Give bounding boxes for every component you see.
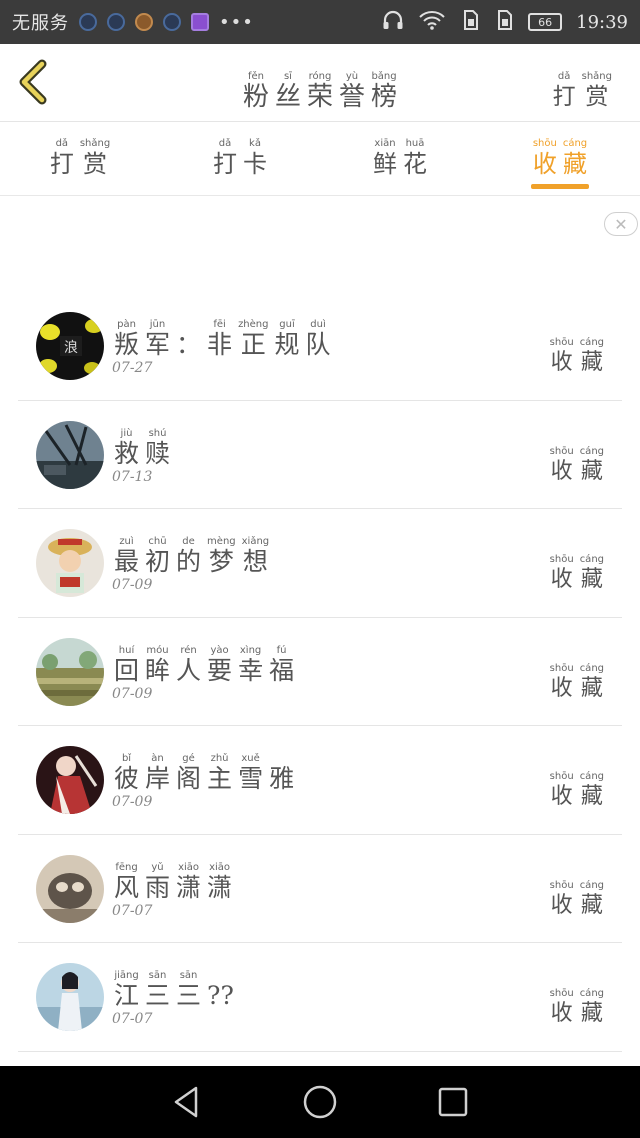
favorite-button[interactable]: shōu 收 cáng 藏 [550,764,604,812]
carrier-label: 无服务 [12,13,69,34]
favorite-button[interactable]: shōu 收 cáng 藏 [550,330,604,378]
triangle-back-icon [174,1086,197,1118]
more-icon: ••• [219,11,254,33]
tab-bar: dǎ 打 shǎng 赏 dǎ 打 kǎ 卡 xiān 鲜 huā 花 shōu 收 cáng… [0,122,640,196]
reward-button[interactable]: dǎ 打 shǎng 赏 [553,64,612,112]
nav-recents-button[interactable] [433,1082,473,1122]
list-item-date: 07-27 [112,360,153,376]
list-item-name: huí 回 móu 眸 rén 人 yào 要 xìng 幸 fú 福 [114,644,295,685]
list-item-date: 07-07 [112,1011,153,1027]
wifi-icon [418,10,446,35]
sim-icon [494,9,514,35]
list-item[interactable]: bǐ 彼 àn 岸 gé 阁 zhǔ 主 xuě 雪 雅 07-09 shōu 收 cáng… [18,726,622,835]
list-item-date: 07-13 [112,468,153,485]
avatar [36,746,104,814]
system-nav-bar [0,1066,640,1138]
favorite-button[interactable]: shōu 收 cáng 藏 [550,981,604,1029]
app-header: fěn 粉 sī 丝 róng 荣 yù 誉 bǎng 榜 dǎ 打 shǎng 赏 [0,44,640,122]
app-icon [163,13,181,31]
list-item[interactable]: huí 回 móu 眸 rén 人 yào 要 xìng 幸 fú 福 07-09 shōu… [18,618,622,726]
avatar: 浪 [36,312,104,380]
list-item-name: fēng 风 yǔ 雨 xiāo 潇 xiāo 潇 [114,861,233,902]
app-icon [79,13,97,31]
app-icon [107,13,125,31]
tab-favorites[interactable]: shōu 收 cáng 藏 [480,122,640,195]
page-title: fěn 粉 sī 丝 róng 荣 yù 誉 bǎng 榜 [0,64,640,112]
sim-icon [460,9,480,35]
favorite-button[interactable]: shōu 收 cáng 藏 [550,547,604,595]
list-item-date: 07-09 [112,685,153,702]
image-icon [191,13,209,31]
avatar [36,637,104,706]
list-item-date: 07-09 [112,577,153,593]
food-icon [135,13,153,31]
square-recents-icon [439,1087,468,1117]
fan-list: 浪 pàn 叛 jūn 军 ： fēi 非 zhèng 正 guī 规 duì 队 07-2… [18,292,622,1052]
list-item[interactable]: jiù 救 shú 赎 07-13 shōu 收 cáng 藏 [18,401,622,509]
list-item[interactable]: zuì 最 chū 初 de 的 mèng 梦 xiǎng 想 07-09 shōu 收 c… [18,509,622,618]
status-bar: 无服务 ••• 66 19:39 [0,0,640,44]
favorite-button[interactable]: shōu 收 cáng 藏 [550,656,604,704]
list-item-name: pàn 叛 jūn 军 ： fēi 非 zhèng 正 guī 规 duì 队 [114,319,331,359]
headphones-icon [382,10,404,35]
favorite-button[interactable]: shōu 收 cáng 藏 [550,439,604,487]
tab-flowers[interactable]: xiān 鲜 huā 花 [320,122,480,195]
list-item-name: bǐ 彼 àn 岸 gé 阁 zhǔ 主 xuě 雪 雅 [114,753,295,793]
battery-icon: 66 [528,13,563,31]
nav-home-button[interactable] [300,1082,340,1122]
page-title-text: fěn 粉 sī 丝 róng 荣 yù 誉 bǎng 榜 [242,71,398,112]
list-item[interactable]: jiāng 江 sān 三 sān 三 ?? 07-07 shōu 收 cáng 藏 [18,943,622,1052]
active-tab-indicator [531,184,589,189]
favorite-button[interactable]: shōu 收 cáng 藏 [550,873,604,921]
avatar [36,963,104,1031]
clock: 19:39 [576,11,628,33]
nav-back-button[interactable] [167,1082,207,1122]
list-item[interactable]: 浪 pàn 叛 jūn 军 ： fēi 非 zhèng 正 guī 规 duì 队 07-2… [18,292,622,401]
close-button[interactable]: ✕ [604,212,638,236]
list-item[interactable]: fēng 风 yǔ 雨 xiāo 潇 xiāo 潇 07-07 shōu 收 cáng 藏 [18,835,622,943]
list-item-date: 07-07 [112,902,153,919]
circle-home-icon [303,1085,337,1119]
close-icon: ✕ [614,214,628,234]
svg-text:浪: 浪 [64,340,78,356]
list-item-name: zuì 最 chū 初 de 的 mèng 梦 xiǎng 想 [114,536,270,576]
list-item-name: jiù 救 shú 赎 [114,427,171,468]
avatar [36,854,104,923]
list-item-name: jiāng 江 sān 三 sān 三 ?? [114,970,234,1010]
list-item-date: 07-09 [112,794,153,810]
tab-checkin[interactable]: dǎ 打 kǎ 卡 [160,122,320,195]
tab-reward[interactable]: dǎ 打 shǎng 赏 [0,122,160,195]
avatar [36,420,104,489]
avatar [36,529,104,597]
